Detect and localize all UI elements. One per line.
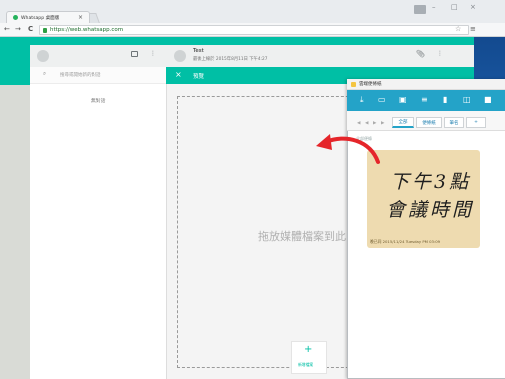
- notes-logo-icon: [351, 82, 356, 87]
- browser-menu-icon[interactable]: ≡: [470, 25, 476, 33]
- preview-close-icon[interactable]: ×: [175, 70, 182, 79]
- conversation-menu-icon[interactable]: ⋮: [437, 50, 443, 57]
- trash-icon[interactable]: ▮: [443, 95, 447, 104]
- add-tab-button[interactable]: +: [466, 117, 486, 128]
- bookmark-star-icon[interactable]: ☆: [455, 25, 461, 33]
- menu-dots-icon[interactable]: ⋮: [150, 50, 156, 57]
- export-icon[interactable]: ▭: [378, 95, 386, 104]
- whatsapp-favicon-icon: [13, 15, 18, 20]
- search-icon: ⌕: [43, 71, 47, 77]
- profile-icon[interactable]: [414, 5, 426, 14]
- next-page-icon[interactable]: ▶: [373, 121, 376, 126]
- tab-title: Whatsapp 桌面版: [21, 15, 60, 21]
- red-arrow-icon: [316, 134, 380, 164]
- minimize-button[interactable]: –: [432, 3, 436, 11]
- tab-pen-name[interactable]: 筆名: [444, 117, 464, 128]
- save-icon[interactable]: ■: [484, 95, 492, 104]
- tab-close-icon[interactable]: ×: [78, 14, 83, 21]
- window-close-button[interactable]: ×: [470, 3, 476, 11]
- empty-chats-text: 無對話: [91, 99, 106, 104]
- screen-icon[interactable]: ▣: [399, 95, 407, 104]
- forward-button[interactable]: →: [15, 25, 21, 33]
- last-seen-text: 最後上線於 2015年8月11日 下午4:27: [193, 57, 268, 62]
- download-icon[interactable]: ⤓: [360, 95, 364, 105]
- user-avatar[interactable]: [37, 50, 49, 62]
- reload-button[interactable]: C: [28, 25, 33, 33]
- back-button[interactable]: ←: [4, 25, 10, 33]
- notes-app-title: 雲端便條紙: [359, 82, 382, 87]
- prev-page-icon[interactable]: ◀: [365, 121, 368, 126]
- contact-avatar[interactable]: [174, 50, 186, 62]
- preview-title: 預覽: [193, 74, 205, 80]
- tab-notes[interactable]: 便條紙: [416, 117, 442, 128]
- chat-list-header: [30, 45, 166, 67]
- lock-icon: [43, 27, 47, 33]
- plus-icon: +: [304, 344, 313, 355]
- drop-zone-text: 拖放媒體檔案到此: [258, 230, 346, 243]
- browser-tab-whatsapp[interactable]: Whatsapp 桌面版 ×: [6, 11, 90, 23]
- first-page-icon[interactable]: ◀: [357, 121, 360, 126]
- contact-name: Test: [193, 48, 204, 54]
- maximize-button[interactable]: □: [451, 3, 458, 11]
- attach-paperclip-icon[interactable]: 📎︎: [416, 50, 425, 58]
- address-bar[interactable]: https://web.whatsapp.com: [39, 25, 469, 35]
- note-text-line-2: 會議時間: [386, 199, 475, 221]
- add-file-label: 新增檔案: [298, 362, 314, 367]
- tab-all[interactable]: 全部: [392, 117, 414, 128]
- chat-list-pane: [30, 45, 166, 379]
- url-text: https://web.whatsapp.com: [50, 27, 124, 33]
- last-page-icon[interactable]: ▶: [381, 121, 384, 126]
- note-text-line-1: 下午3點: [390, 171, 472, 193]
- search-input[interactable]: 搜尋或開始新的對話: [60, 72, 101, 78]
- new-chat-icon[interactable]: [131, 51, 138, 57]
- layout-icon[interactable]: ◫: [463, 95, 471, 104]
- filter-icon[interactable]: ≡: [421, 95, 428, 104]
- note-timestamp: 晚已同 2015/11/24 Tuesday PM 03:09: [370, 239, 441, 244]
